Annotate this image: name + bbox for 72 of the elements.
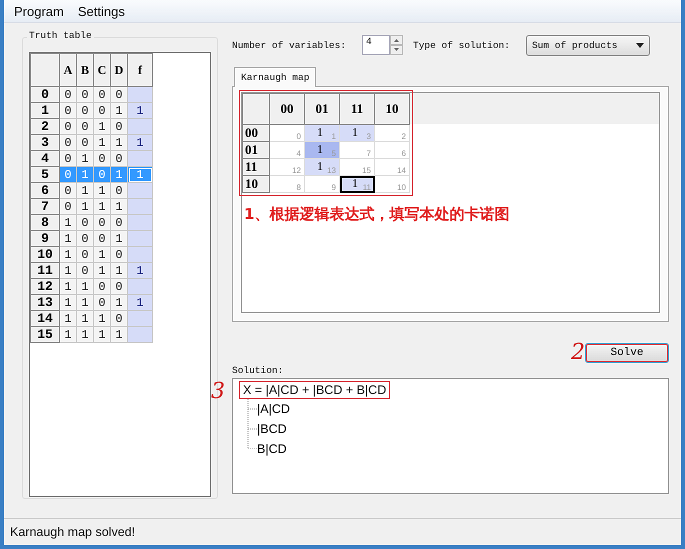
row-header[interactable]: 4 bbox=[30, 150, 60, 166]
column-header: 01 bbox=[304, 94, 340, 124]
tree-branch-icon bbox=[247, 399, 257, 419]
tree-item[interactable]: |A|CD bbox=[257, 402, 290, 416]
output-cell[interactable] bbox=[128, 118, 152, 134]
column-header: C bbox=[94, 54, 110, 86]
variables-field[interactable]: 4 bbox=[362, 35, 390, 55]
output-cell[interactable] bbox=[128, 198, 152, 214]
row-header: 11 bbox=[242, 158, 270, 176]
map-cell[interactable]: 1 1 bbox=[304, 124, 340, 142]
row-header[interactable]: 14 bbox=[30, 310, 60, 326]
output-cell[interactable]: 1 bbox=[128, 134, 152, 150]
row-header[interactable]: 10 bbox=[30, 246, 60, 262]
annotation-number: 3 bbox=[211, 383, 225, 401]
output-cell[interactable] bbox=[128, 182, 152, 198]
row-header[interactable]: 3 bbox=[30, 134, 60, 150]
annotation-number: 2 bbox=[571, 344, 585, 362]
dropdown-arrow-icon bbox=[636, 42, 644, 48]
annotation-text: 1、根据逻辑表达式，填写本处的卡诺图 bbox=[244, 205, 510, 224]
menu-item[interactable]: Program bbox=[12, 4, 66, 18]
map-cell[interactable]: 1 11 bbox=[340, 176, 374, 192]
row-header[interactable]: 1 bbox=[30, 102, 60, 118]
tree-item[interactable]: X = |A|CD + |BCD + B|CD bbox=[243, 383, 386, 397]
row-header[interactable]: 13 bbox=[30, 294, 60, 310]
variables-label: Number of variables: bbox=[232, 40, 346, 50]
solve-button[interactable]: Solve bbox=[585, 343, 669, 363]
output-cell[interactable] bbox=[128, 230, 152, 246]
row-header[interactable]: 11 bbox=[30, 262, 60, 278]
map-cell[interactable]: 1 5 bbox=[304, 142, 340, 158]
row-header[interactable]: 0 bbox=[30, 86, 60, 102]
output-cell[interactable] bbox=[128, 310, 152, 326]
row-header[interactable]: 5 bbox=[30, 166, 60, 182]
column-header: B bbox=[76, 54, 94, 86]
corner-header bbox=[30, 54, 60, 86]
row-header[interactable]: 12 bbox=[30, 278, 60, 294]
column-header: 10 bbox=[374, 94, 410, 124]
row-header[interactable]: 8 bbox=[30, 214, 60, 230]
tab[interactable]: Karnaugh map bbox=[234, 67, 316, 87]
row-header: 01 bbox=[242, 142, 270, 158]
row-header: 00 bbox=[242, 124, 270, 142]
tree-item[interactable]: B|CD bbox=[257, 442, 287, 456]
tree-item[interactable]: |BCD bbox=[257, 422, 287, 436]
corner-header bbox=[242, 94, 270, 124]
map-cell[interactable]: 1 3 bbox=[340, 124, 374, 142]
output-cell[interactable]: 1 bbox=[128, 262, 152, 278]
group-title: Truth table bbox=[27, 30, 94, 41]
row-header[interactable]: 15 bbox=[30, 326, 60, 342]
output-cell[interactable] bbox=[128, 278, 152, 294]
column-header: A bbox=[60, 54, 76, 86]
column-header: D bbox=[110, 54, 128, 86]
row-header[interactable]: 9 bbox=[30, 230, 60, 246]
column-header: 11 bbox=[340, 94, 374, 124]
row-header[interactable]: 6 bbox=[30, 182, 60, 198]
row-header[interactable]: 7 bbox=[30, 198, 60, 214]
column-header: 00 bbox=[270, 94, 304, 124]
output-cell[interactable] bbox=[128, 246, 152, 262]
solution-type-label: Type of solution: bbox=[413, 40, 510, 50]
row-header: 10 bbox=[242, 176, 270, 192]
output-cell[interactable]: 1 bbox=[128, 294, 152, 310]
row-header[interactable]: 2 bbox=[30, 118, 60, 134]
output-cell[interactable]: 1 bbox=[128, 102, 152, 118]
menu-item[interactable]: Settings bbox=[76, 4, 127, 18]
output-cell[interactable] bbox=[128, 150, 152, 166]
solution-label: Solution: bbox=[232, 365, 284, 376]
status-text: Karnaugh map solved! bbox=[4, 518, 681, 545]
spinner-icon[interactable] bbox=[390, 35, 404, 55]
output-cell[interactable] bbox=[128, 86, 152, 102]
output-cell[interactable] bbox=[128, 214, 152, 230]
output-cell[interactable] bbox=[128, 326, 152, 342]
column-header: f bbox=[128, 54, 152, 86]
map-cell[interactable]: 1 13 bbox=[304, 158, 340, 176]
solution-type-dropdown[interactable]: Sum of products bbox=[526, 34, 650, 56]
